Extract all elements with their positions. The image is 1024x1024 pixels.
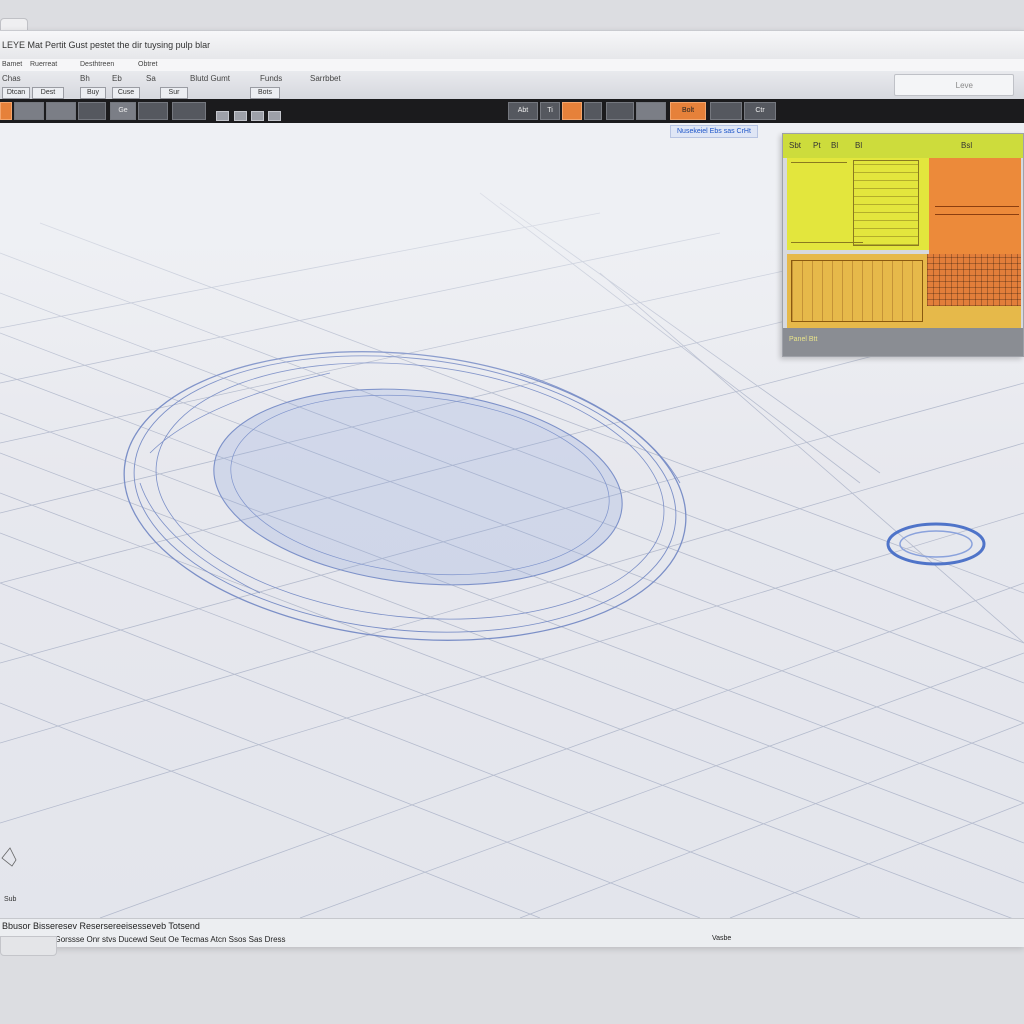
status-right: Vasbe	[712, 935, 732, 942]
panel-footer-label[interactable]: Panel Btt	[789, 336, 817, 343]
ribbon-search-box[interactable]: Leve	[894, 74, 1014, 96]
panel-table	[853, 160, 919, 246]
tool-icon[interactable]	[0, 102, 12, 120]
ribbon-label[interactable]: Chas	[2, 74, 21, 83]
title-bar: LEYE Mat Pertit Gust pestet the dir tuys…	[0, 31, 1024, 60]
ribbon-button[interactable]: Bots	[250, 87, 280, 99]
menu-item[interactable]: Ruerreat	[30, 59, 57, 71]
ribbon-button[interactable]: Dest	[32, 87, 64, 99]
tool-icon[interactable]	[14, 102, 44, 120]
mini-icon[interactable]	[234, 111, 247, 121]
panel-header-item[interactable]: Bl	[855, 134, 862, 158]
panel-header-item[interactable]: Sbt	[789, 134, 801, 158]
menu-item[interactable]: Desthtreen	[80, 59, 114, 71]
panel-header-item[interactable]: Bl	[831, 134, 838, 158]
3d-viewport[interactable]: Nusekeiel Ebs sas CrHt Sub Sbt Pt Bl Bl …	[0, 123, 1024, 918]
ribbon-button[interactable]: Cuse	[112, 87, 140, 99]
mini-icon[interactable]	[216, 111, 229, 121]
status-line-1: Bbusor Bisseresev Resersereeisesseveb To…	[2, 921, 200, 931]
tool-icon[interactable]	[710, 102, 742, 120]
mini-icon[interactable]	[251, 111, 264, 121]
search-label: Leve	[955, 81, 973, 90]
ribbon-label[interactable]: Sa	[146, 74, 156, 83]
ribbon-label[interactable]: Bh	[80, 74, 90, 83]
ribbon-label[interactable]: Eb	[112, 74, 122, 83]
panel-header: Sbt Pt Bl Bl Bsl	[783, 134, 1023, 158]
status-bar: Bbusor Bisseresev Resersereeisesseveb To…	[0, 918, 1024, 947]
panel-grid-block	[927, 254, 1021, 306]
panel-footer: Panel Btt	[783, 328, 1023, 356]
ribbon-button[interactable]: Dtcan	[2, 87, 30, 99]
tool-icon[interactable]: Ctr	[744, 102, 776, 120]
tool-icon[interactable]: Abt	[508, 102, 538, 120]
tool-icon[interactable]: Ti	[540, 102, 560, 120]
panel-drawing	[791, 260, 923, 322]
menu-item[interactable]: Bamet	[2, 59, 22, 71]
ribbon-label[interactable]: Sarrbbet	[310, 74, 341, 83]
panel-rule	[791, 242, 863, 243]
ribbon-label[interactable]: Blutd Gumt	[190, 74, 230, 83]
panel-header-item[interactable]: Bsl	[961, 134, 972, 158]
mini-icon[interactable]	[268, 111, 281, 121]
ribbon-button[interactable]: Buy	[80, 87, 106, 99]
icon-toolbar: Ge Abt Ti Bolt Ctr	[0, 99, 1024, 123]
tool-icon[interactable]	[172, 102, 206, 120]
panel-header-item[interactable]: Pt	[813, 134, 821, 158]
tool-icon[interactable]	[562, 102, 582, 120]
cad-window: LEYE Mat Pertit Gust pestet the dir tuys…	[0, 30, 1024, 947]
menu-item[interactable]: Obtret	[138, 59, 157, 71]
corner-label: Sub	[4, 896, 17, 903]
preview-panel[interactable]: Sbt Pt Bl Bl Bsl Panel Btt	[782, 133, 1024, 357]
tool-icon[interactable]	[636, 102, 666, 120]
panel-orange-block	[929, 158, 1021, 254]
viewport-label[interactable]: Nusekeiel Ebs sas CrHt	[670, 125, 758, 138]
ribbon-button[interactable]: Sur	[160, 87, 188, 99]
panel-rule	[791, 162, 847, 163]
tool-icon[interactable]	[138, 102, 168, 120]
ribbon: Chas Bh Eb Sa Blutd Gumt Funds Sarrbbet …	[0, 71, 1024, 100]
window-title: LEYE Mat Pertit Gust pestet the dir tuys…	[2, 40, 211, 50]
tool-icon[interactable]	[46, 102, 76, 120]
ribbon-label[interactable]: Funds	[260, 74, 282, 83]
panel-rule	[935, 214, 1019, 215]
tool-icon[interactable]	[584, 102, 602, 120]
tool-icon[interactable]: Bolt	[670, 102, 706, 120]
bottom-tab[interactable]	[0, 936, 57, 956]
panel-yellow-block	[787, 158, 929, 250]
tool-icon[interactable]	[78, 102, 106, 120]
tool-icon[interactable]	[606, 102, 634, 120]
tool-icon[interactable]: Ge	[110, 102, 136, 120]
panel-rule	[935, 206, 1019, 207]
